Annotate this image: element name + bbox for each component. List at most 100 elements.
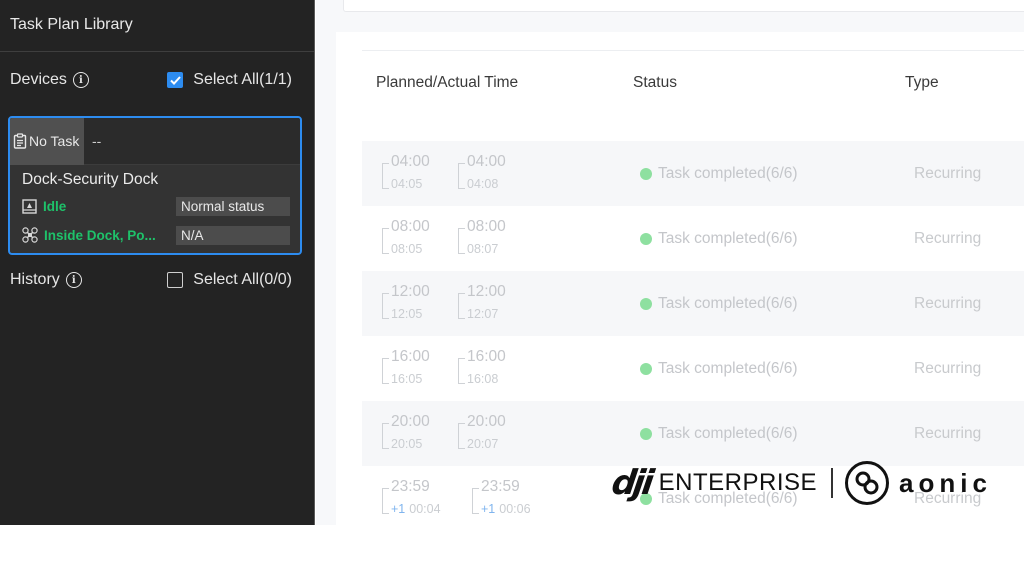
day-offset: +1 (391, 502, 406, 516)
devices-section-header: Devices i Select All(1/1) (10, 69, 292, 91)
info-icon[interactable]: i (65, 272, 82, 288)
dji-logo: dji (609, 463, 654, 503)
actual-end-time: 16:08 (467, 372, 499, 386)
table-row[interactable]: 12:00 12:05 12:00 12:07 Task completed (6/6) R… (362, 271, 1024, 336)
check-icon (170, 75, 181, 85)
dock-status-detail: Normal status (176, 196, 290, 216)
drone-status-detail: N/A (176, 225, 290, 245)
type-cell: Recurring (914, 230, 982, 247)
table-row[interactable]: 08:00 08:05 08:00 08:07 Task completed (6/6) R… (362, 206, 1024, 271)
status-cell: Task completed (6/6) (640, 360, 798, 378)
status-dot-icon (640, 233, 652, 245)
bracket-icon (382, 358, 389, 384)
task-badge: No Task (10, 118, 84, 165)
actual-end: 12:07 (467, 307, 498, 321)
status-cell: Task completed (6/6) (640, 165, 798, 183)
history-label: History (10, 271, 60, 288)
actual-start: 16:05 (391, 372, 422, 386)
actual-start: 20:05 (391, 437, 422, 451)
info-icon[interactable]: i (72, 72, 89, 88)
bracket-icon (458, 163, 465, 189)
type-cell: Recurring (914, 295, 982, 312)
top-panel (343, 0, 1024, 12)
status-count: (6/6) (765, 165, 798, 182)
device-name: Dock-Security Dock (22, 171, 159, 188)
task-label: No Task (29, 133, 80, 149)
actual-start-time: 00:04 (409, 502, 441, 516)
status-text: Task completed (658, 295, 766, 312)
status-text: Task completed (658, 165, 766, 182)
actual-start-time: 04:05 (391, 177, 423, 191)
bracket-icon (472, 488, 479, 514)
status-text: Task completed (658, 230, 766, 247)
table-row[interactable]: 16:00 16:05 16:00 16:08 Task completed (6/6) R… (362, 336, 1024, 401)
planned-start: 23:59 (391, 478, 430, 495)
status-count: (6/6) (765, 230, 798, 247)
sidebar-title: Task Plan Library (10, 16, 133, 33)
history-label-group: History i (10, 271, 82, 289)
planned-start: 04:00 (391, 153, 430, 170)
status-cell: Task completed (6/6) (640, 295, 798, 313)
planned-start: 12:00 (391, 283, 430, 300)
bracket-icon (382, 423, 389, 449)
actual-start: 12:05 (391, 307, 422, 321)
planned-end: 23:59 (481, 478, 520, 495)
drone-icon (22, 227, 38, 243)
actual-start-time: 12:05 (391, 307, 423, 321)
status-text: Task completed (658, 425, 766, 442)
actual-start: 04:05 (391, 177, 422, 191)
sidebar: Task Plan Library Devices i Select All(1… (0, 0, 315, 525)
aonic-logo-icon (845, 461, 890, 505)
actual-end-time: 00:06 (499, 502, 531, 516)
bracket-icon (382, 293, 389, 319)
actual-end-time: 20:07 (467, 437, 499, 451)
table-row[interactable]: 04:00 04:05 04:00 04:08 Task completed (6/6) R… (362, 141, 1024, 206)
status-dot-icon (640, 298, 652, 310)
app-window: Task Plan Library Devices i Select All(1… (0, 0, 1024, 576)
bracket-icon (382, 488, 389, 514)
actual-end: +1 00:06 (481, 502, 531, 516)
bracket-icon (382, 228, 389, 254)
history-select-all[interactable]: Select All(0/0) (167, 271, 292, 289)
planned-end: 16:00 (467, 348, 506, 365)
device-card[interactable]: No Task -- Dock-Security Dock Idle Norma… (8, 116, 302, 255)
status-dot-icon (640, 428, 652, 440)
status-count: (6/6) (765, 360, 798, 377)
actual-start-time: 20:05 (391, 437, 423, 451)
column-header-status[interactable]: Status (633, 74, 677, 92)
actual-end-time: 08:07 (467, 242, 499, 256)
aonic-wordmark: aonic (899, 467, 992, 498)
clipboard-icon (13, 133, 27, 149)
actual-end-time: 04:08 (467, 177, 499, 191)
planned-end: 04:00 (467, 153, 506, 170)
history-select-all-label: Select All(0/0) (193, 271, 292, 288)
type-cell: Recurring (914, 425, 982, 442)
status-cell: Task completed (6/6) (640, 425, 798, 443)
actual-start: +1 00:04 (391, 502, 441, 516)
bracket-icon (458, 358, 465, 384)
table-row[interactable]: 20:00 20:05 20:00 20:07 Task completed (6/6) R… (362, 401, 1024, 466)
drone-status-row: Inside Dock, Po... N/A (22, 225, 290, 245)
actual-start: 08:05 (391, 242, 422, 256)
history-select-all-checkbox[interactable] (167, 272, 184, 288)
devices-select-all[interactable]: Select All(1/1) (167, 71, 292, 89)
bracket-icon (458, 228, 465, 254)
devices-label-group: Devices i (10, 71, 89, 89)
enterprise-wordmark: ENTERPRISE (658, 469, 818, 496)
planned-end: 08:00 (467, 218, 506, 235)
actual-start-time: 16:05 (391, 372, 423, 386)
column-header-time[interactable]: Planned/Actual Time (376, 74, 518, 92)
devices-select-all-checkbox[interactable] (167, 72, 184, 88)
history-section-header: History i Select All(0/0) (10, 269, 292, 291)
actual-end: 08:07 (467, 242, 498, 256)
bracket-icon (382, 163, 389, 189)
divider (0, 51, 314, 52)
brand-watermark: dji ENTERPRISE aonic (609, 460, 1012, 506)
dock-icon (22, 198, 37, 214)
planned-start: 20:00 (391, 413, 430, 430)
column-header-type[interactable]: Type (905, 74, 939, 92)
actual-end: 04:08 (467, 177, 498, 191)
dock-status-row: Idle Normal status (22, 196, 290, 216)
planned-end: 12:00 (467, 283, 506, 300)
planned-start: 16:00 (391, 348, 430, 365)
